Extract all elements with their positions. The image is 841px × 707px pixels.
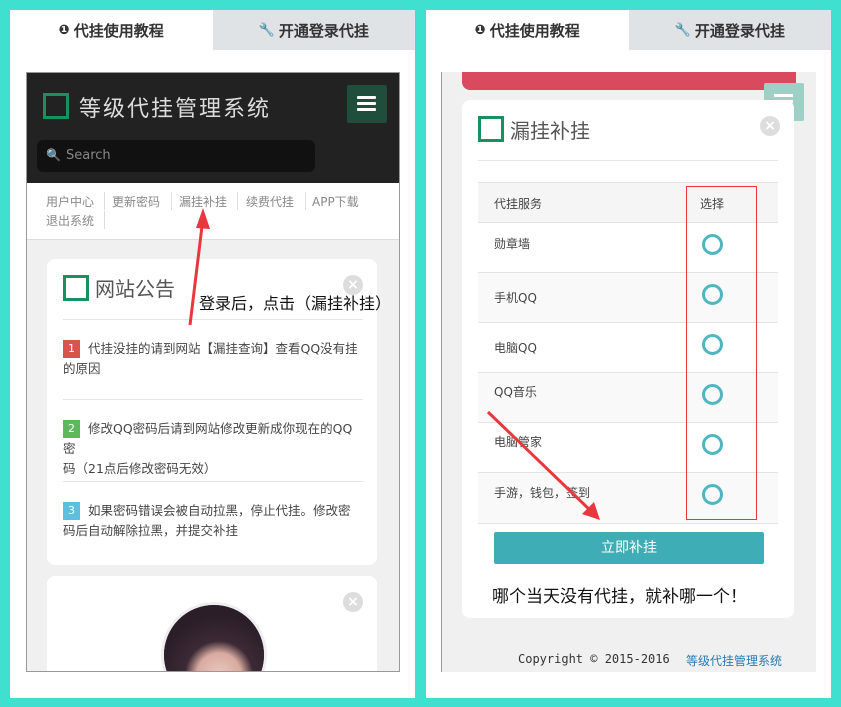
nav-user-center[interactable]: 用户中心 (46, 193, 94, 210)
notice-number-badge: 2 (63, 420, 80, 438)
hamburger-icon (357, 96, 376, 99)
notice-text: 修改QQ密码后请到网站修改更新成你现在的QQ密 (63, 421, 353, 456)
right-annotation: 哪个当天没有代挂，就补哪一个！ (492, 587, 747, 607)
notice-number-badge: 3 (63, 502, 80, 520)
notice-item: 2 修改QQ密码后请到网站修改更新成你现在的QQ密 码（21点后修改密码无效） (63, 419, 363, 479)
divider (63, 399, 363, 400)
tab-tutorial-label: 代挂使用教程 (489, 21, 580, 40)
avatar (161, 602, 267, 671)
service-name: 电脑QQ (494, 341, 537, 355)
hamburger-icon-bar (357, 108, 376, 111)
close-icon[interactable]: × (760, 116, 780, 136)
right-phone-screen: 漏挂补挂 × 代挂服务 选择 勋章墙 手机QQ 电脑QQ QQ音乐 电脑管家 手… (441, 72, 816, 672)
notice-text: 代挂没挂的请到网站【漏挂查询】查看QQ没有挂 (88, 341, 358, 356)
header-service: 代挂服务 (494, 197, 543, 211)
hamburger-menu-button[interactable] (347, 85, 387, 123)
footer-link[interactable]: 等级代挂管理系统 (686, 652, 782, 669)
app-header: 等级代挂管理系统 🔍 Search (27, 73, 399, 183)
right-panel: ❶ 代挂使用教程 🔧 开通登录代挂 漏挂补挂 × 代挂服务 选择 勋章墙 手机Q… (426, 10, 831, 698)
service-name: 勋章墙 (494, 237, 531, 251)
hamburger-icon-bar (357, 102, 376, 105)
repair-title: 漏挂补挂 (510, 119, 590, 143)
nav-renew[interactable]: 续费代挂 (246, 193, 294, 210)
wrench-icon: 🔧 (674, 22, 691, 38)
top-nav: 用户中心 更新密码 漏挂补挂 续费代挂 APP下载 退出系统 (27, 183, 399, 240)
wrench-icon: 🔧 (258, 22, 275, 38)
nav-divider (171, 192, 172, 210)
tab-tutorial[interactable]: ❶ 代挂使用教程 (426, 10, 629, 50)
service-name: QQ音乐 (494, 385, 537, 399)
tab-bar: ❶ 代挂使用教程 🔧 开通登录代挂 (426, 10, 831, 50)
search-icon: 🔍 (46, 148, 61, 162)
footer: Copyright © 2015-2016 等级代挂管理系统 (442, 652, 816, 672)
notice-text-cont: 码（21点后修改密码无效） (63, 461, 217, 476)
nav-update-password[interactable]: 更新密码 (112, 193, 160, 210)
tab-bar: ❶ 代挂使用教程 🔧 开通登录代挂 (10, 10, 415, 50)
notice-title: 网站公告 (95, 277, 175, 301)
profile-card: × (47, 576, 377, 671)
nav-divider (305, 192, 306, 210)
tab-tutorial-label: 代挂使用教程 (73, 21, 164, 40)
tab-open-login[interactable]: 🔧 开通登录代挂 (628, 10, 831, 50)
repair-card: 漏挂补挂 × 代挂服务 选择 勋章墙 手机QQ 电脑QQ QQ音乐 电脑管家 手… (462, 100, 794, 618)
tab-open-login[interactable]: 🔧 开通登录代挂 (212, 10, 415, 50)
tab-open-login-label: 开通登录代挂 (694, 21, 785, 40)
divider (63, 319, 363, 320)
close-icon[interactable]: × (343, 275, 363, 295)
left-phone-screen: 等级代挂管理系统 🔍 Search 用户中心 更新密码 漏挂补挂 续费代挂 AP… (26, 72, 400, 672)
nav-logout[interactable]: 退出系统 (46, 212, 94, 229)
avatar-hair (164, 605, 264, 671)
notice-item: 1 代挂没挂的请到网站【漏挂查询】查看QQ没有挂 的原因 (63, 339, 363, 379)
nav-app-download[interactable]: APP下载 (312, 193, 359, 210)
copyright-text: Copyright © 2015-2016 (518, 652, 670, 666)
service-name: 电脑管家 (494, 435, 543, 449)
service-name: 手游，钱包，签到 (494, 486, 591, 500)
nav-missed-repair[interactable]: 漏挂补挂 (179, 193, 227, 210)
repair-square-icon (478, 116, 504, 142)
service-name: 手机QQ (494, 291, 537, 305)
left-annotation: 登录后，点击（漏挂补挂） (199, 294, 392, 313)
search-box[interactable]: 🔍 Search (37, 140, 315, 172)
red-card-remnant (462, 72, 796, 90)
notice-text: 如果密码错误会被自动拉黑，停止代挂。修改密 (88, 503, 351, 518)
nav-divider (237, 192, 238, 210)
divider (63, 481, 363, 482)
notice-text-cont: 的原因 (63, 361, 101, 376)
close-icon[interactable]: × (343, 592, 363, 612)
notice-item: 3 如果密码错误会被自动拉黑，停止代挂。修改密 码后自动解除拉黑，并提交补挂 (63, 501, 363, 541)
tab-open-login-label: 开通登录代挂 (278, 21, 369, 40)
info-icon: ❶ (58, 22, 70, 38)
notice-number-badge: 1 (63, 340, 80, 358)
nav-divider (104, 211, 105, 229)
select-column-highlight (686, 186, 757, 520)
search-input[interactable]: Search (66, 148, 111, 163)
divider (478, 160, 778, 161)
service-table: 代挂服务 选择 勋章墙 手机QQ 电脑QQ QQ音乐 电脑管家 手游，钱包，签到 (462, 182, 794, 524)
notice-text-cont: 码后自动解除拉黑，并提交补挂 (63, 523, 239, 538)
logo-square-icon (43, 93, 69, 119)
notice-square-icon (63, 275, 89, 301)
brand-title: 等级代挂管理系统 (79, 97, 272, 122)
submit-repair-button[interactable]: 立即补挂 (494, 532, 764, 564)
nav-divider (104, 192, 105, 210)
info-icon: ❶ (474, 22, 486, 38)
hamburger-icon (774, 94, 793, 97)
tab-tutorial[interactable]: ❶ 代挂使用教程 (10, 10, 213, 50)
left-panel: ❶ 代挂使用教程 🔧 开通登录代挂 等级代挂管理系统 🔍 Search 用户中心 (10, 10, 415, 698)
